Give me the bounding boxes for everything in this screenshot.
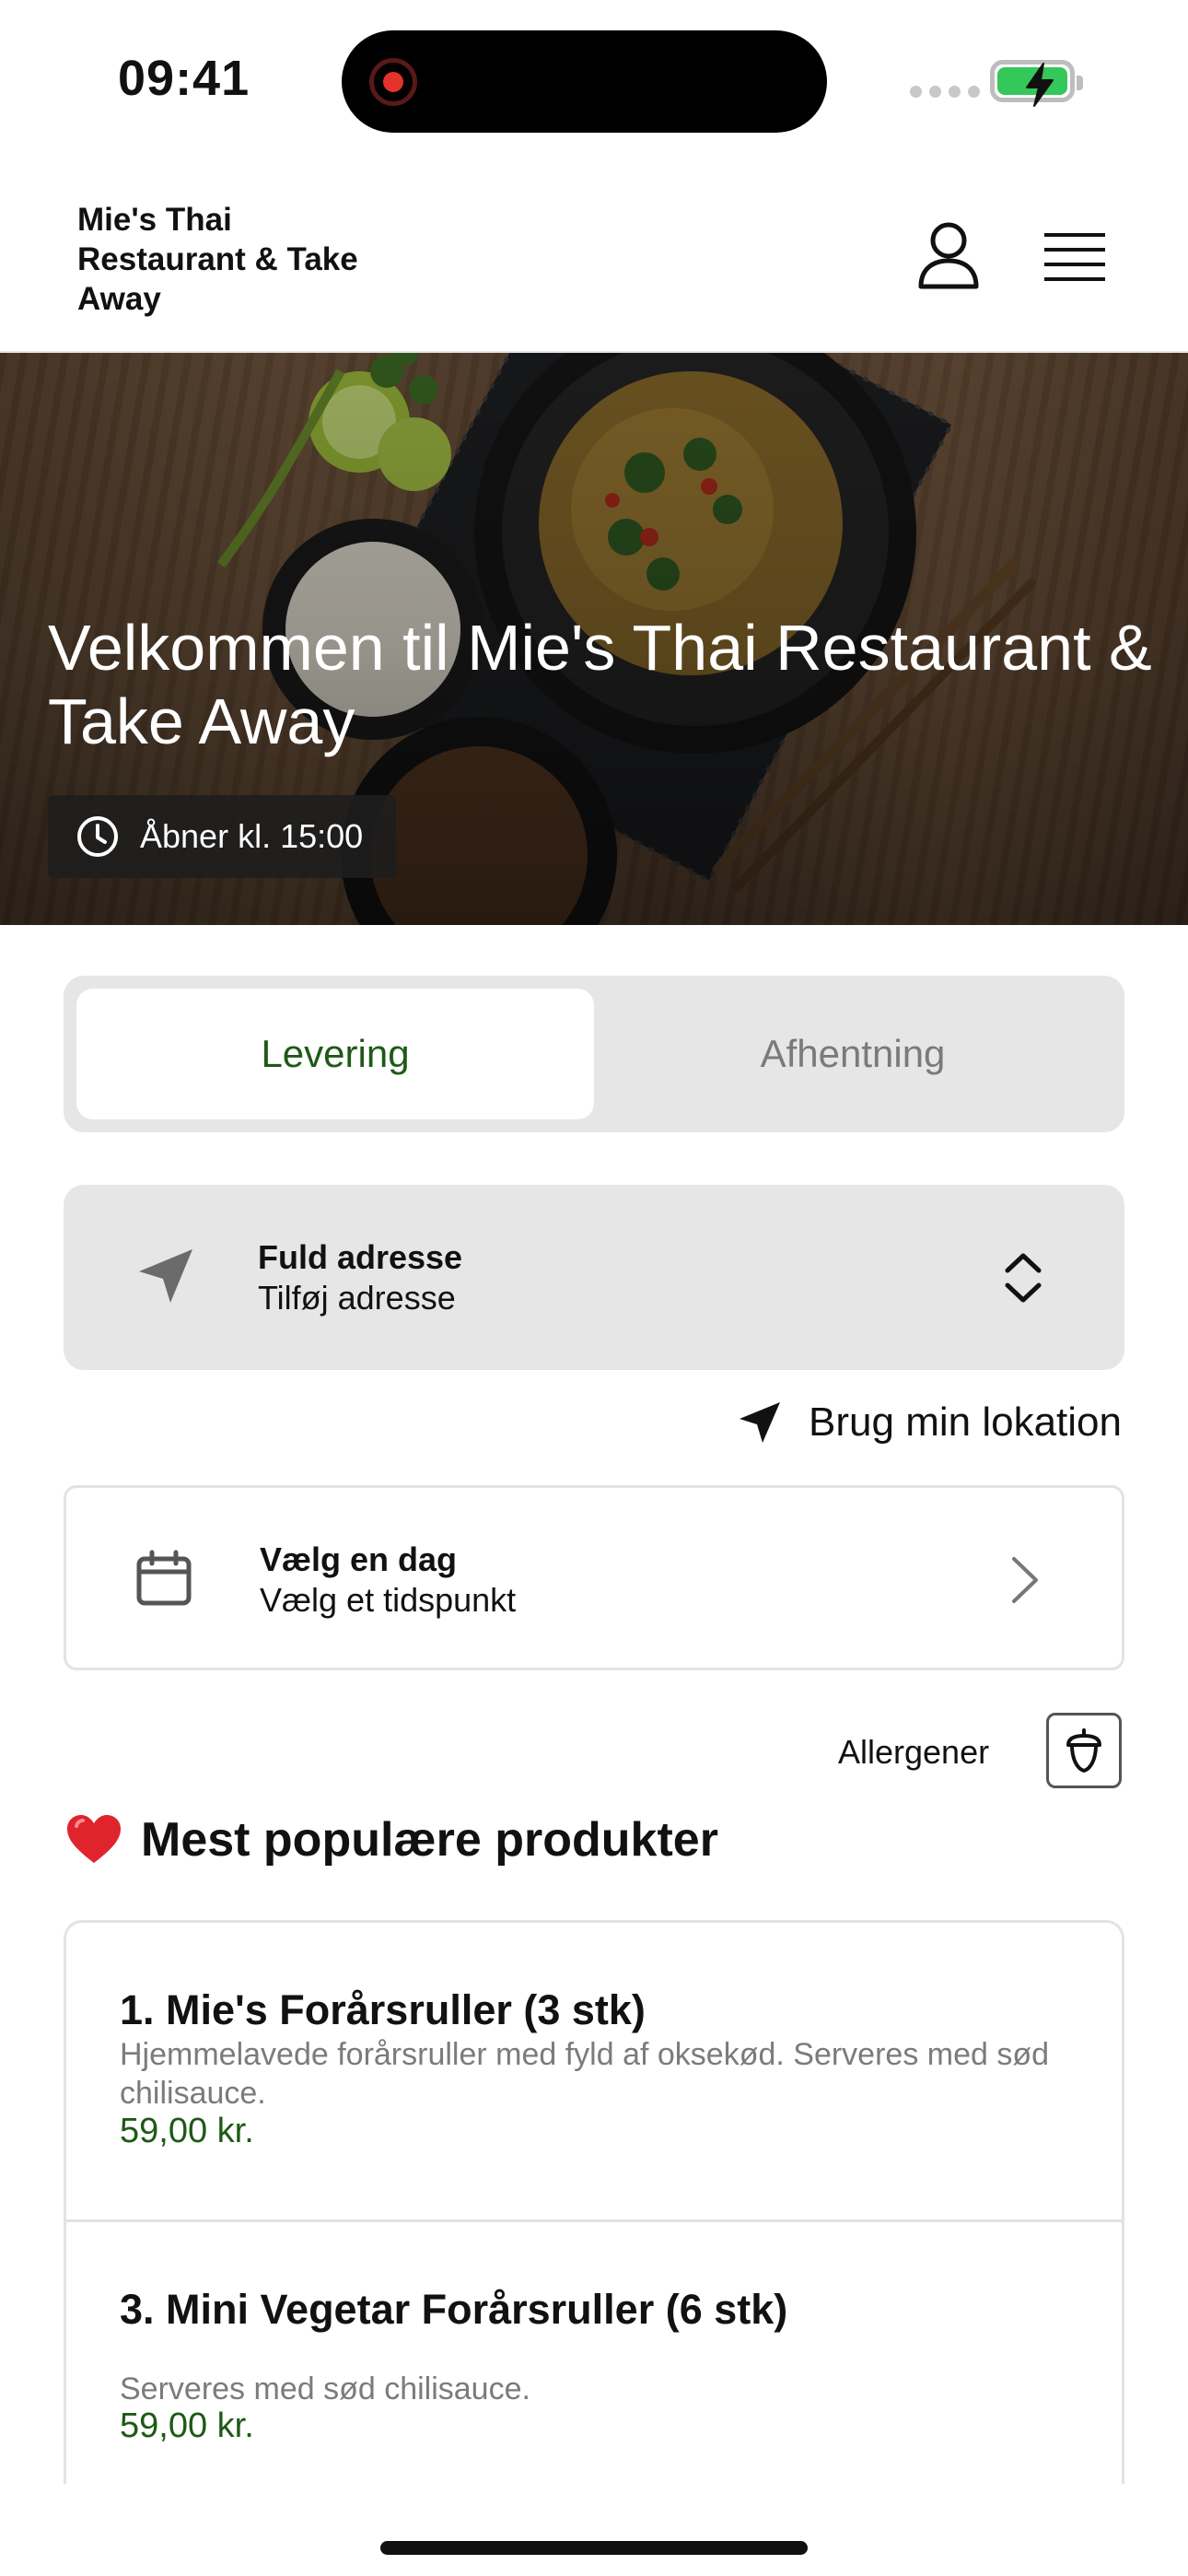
address-title: Fuld adresse [258,1238,463,1276]
product-list: 1. Mie's Forårsruller (3 stk) Hjemmelave… [64,1920,1124,2484]
product-card[interactable]: 3. Mini Vegetar Forårsruller (6 stk) Ser… [66,2222,1122,2484]
chevron-right-icon [1012,1557,1038,1603]
status-bar: 09:41 [0,0,1188,157]
allergens-label: Allergener [838,1733,990,1771]
hero-banner: Velkommen til Mie's Thai Restaurant & Ta… [0,353,1188,925]
order-type-tabs: Levering Afhentning [64,976,1124,1132]
cellular-signal-icon [910,86,980,98]
popular-products-title: Mest populære produkter [141,1813,718,1867]
user-icon[interactable] [916,220,981,290]
calendar-icon [136,1550,192,1606]
screen-recording-icon [369,58,417,106]
hero-title: Velkommen til Mie's Thai Restaurant & Ta… [48,612,1152,757]
battery-charging-icon [990,60,1083,107]
opening-hours-text: Åbner kl. 15:00 [140,817,364,855]
product-description: Hjemmelavede forårsruller med fyld af ok… [120,2037,1050,2111]
product-name: 3. Mini Vegetar Forårsruller (6 stk) [120,2286,788,2333]
schedule-subtitle: Vælg et tidspunkt [260,1581,517,1619]
acorn-icon [1066,1728,1101,1773]
dynamic-island [342,30,827,133]
use-my-location-label: Brug min lokation [809,1399,1122,1445]
product-description: Serveres med sød chilisauce. [120,2371,530,2406]
home-indicator[interactable] [380,2541,808,2555]
tab-pickup[interactable]: Afhentning [594,989,1112,1119]
hamburger-menu-icon[interactable] [1044,229,1105,285]
allergens-button[interactable] [1046,1713,1122,1788]
opening-hours-badge: Åbner kl. 15:00 [48,795,396,878]
tab-delivery[interactable]: Levering [76,989,594,1119]
app-header: Mie's Thai Restaurant & Take Away [0,189,1188,353]
product-name: 1. Mie's Forårsruller (3 stk) [120,1986,646,2033]
restaurant-name[interactable]: Mie's Thai Restaurant & Take Away [77,200,409,319]
use-my-location-button[interactable]: Brug min lokation [737,1399,1122,1446]
schedule-title: Vælg en dag [260,1540,458,1578]
location-arrow-icon [740,1402,781,1443]
product-price: 59,00 kr. [120,2112,254,2150]
address-selector[interactable]: Fuld adresse Tilføj adresse [64,1185,1124,1370]
product-price: 59,00 kr. [120,2406,254,2445]
popular-products-heading: Mest populære produkter [65,1812,718,1868]
status-time: 09:41 [118,51,250,106]
chevron-up-down-icon [1005,1253,1042,1303]
product-card[interactable]: 1. Mie's Forårsruller (3 stk) Hjemmelave… [66,1923,1122,2222]
schedule-selector[interactable]: Vælg en dag Vælg et tidspunkt [64,1485,1124,1670]
address-placeholder: Tilføj adresse [258,1279,456,1317]
navigation-arrow-icon [139,1249,192,1303]
heart-icon [67,1815,121,1863]
clock-icon [77,816,118,857]
